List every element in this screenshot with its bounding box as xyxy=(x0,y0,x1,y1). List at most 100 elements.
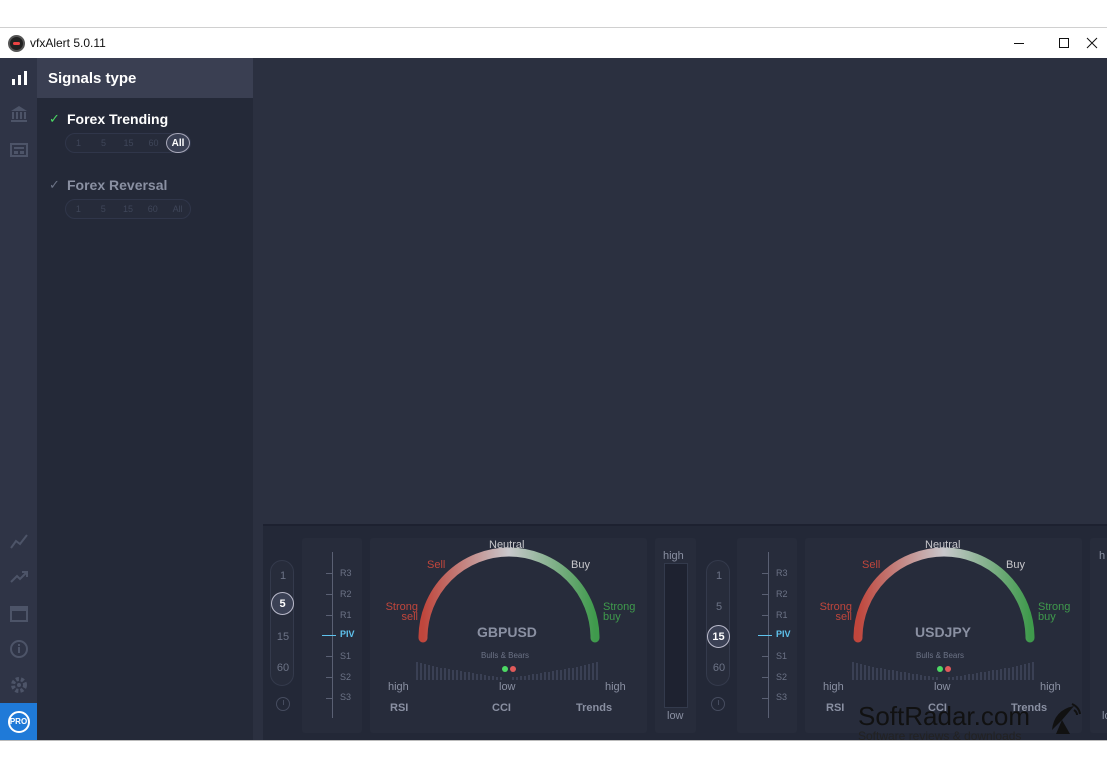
settings-nav-button[interactable] xyxy=(0,669,37,701)
tf-option[interactable]: 60 xyxy=(271,662,295,674)
gauge-sell-label: Sell xyxy=(427,559,446,571)
timeframe-selector: 1 5 15 60 All xyxy=(65,199,191,219)
news-nav-button[interactable] xyxy=(0,134,37,166)
signal-toggle[interactable]: ✓ Forex Reversal xyxy=(49,177,191,193)
gear-icon xyxy=(10,677,27,693)
scale-left-label: high xyxy=(388,681,409,693)
pivot-label: S3 xyxy=(776,692,788,702)
gauge-sell-label: Sell xyxy=(862,559,881,571)
bottom-strip xyxy=(0,740,1107,769)
tf-option[interactable]: 60 xyxy=(140,204,165,214)
check-icon: ✓ xyxy=(49,177,60,192)
pivot-tick xyxy=(762,615,768,616)
news-icon xyxy=(9,143,28,157)
icon-rail: PRO xyxy=(0,58,37,740)
pivot-label: R2 xyxy=(776,589,788,599)
pivot-tick xyxy=(762,573,768,574)
tf-option[interactable]: 5 xyxy=(91,138,116,148)
close-button[interactable] xyxy=(1086,28,1107,58)
trend-up-icon xyxy=(9,571,28,583)
pro-button[interactable]: PRO xyxy=(0,703,37,740)
bank-icon xyxy=(10,106,27,122)
pivot-tick xyxy=(762,677,768,678)
tf-option[interactable]: 15 xyxy=(116,204,141,214)
pivot-label: R2 xyxy=(340,589,352,599)
signal-toggle[interactable]: ✓ Forex Trending xyxy=(49,111,191,127)
tf-option-selected[interactable]: 15 xyxy=(707,625,730,648)
indicator-cci[interactable]: CCI xyxy=(492,702,511,714)
signal-name: Forex Trending xyxy=(67,111,169,127)
tf-option[interactable]: 1 xyxy=(271,570,295,582)
pivot-tick xyxy=(326,615,332,616)
gauge-strong-sell-label: Strong sell xyxy=(385,601,418,623)
pivot-label: R1 xyxy=(776,610,788,620)
tf-option[interactable]: 60 xyxy=(707,662,731,674)
line-chart-nav-button[interactable] xyxy=(0,525,37,557)
trend-nav-button[interactable] xyxy=(0,561,37,593)
currency-pair: GBPUSD xyxy=(477,624,537,640)
scale-right-label: high xyxy=(605,681,626,693)
signal-forex-reversal: ✓ Forex Reversal 1 5 15 60 All xyxy=(49,177,191,219)
level-bottom-label: lo xyxy=(1102,710,1107,722)
calendar-nav-button[interactable] xyxy=(0,597,37,629)
main-content xyxy=(253,58,1107,524)
minimize-button[interactable] xyxy=(996,28,1042,58)
signal-forex-trending: ✓ Forex Trending 1 5 15 60 All xyxy=(49,111,191,153)
pivot-tick xyxy=(762,656,768,657)
calendar-icon xyxy=(9,606,28,622)
tf-option[interactable]: 1 xyxy=(707,570,731,582)
pivot-tick xyxy=(326,573,332,574)
maximize-button[interactable] xyxy=(1041,28,1087,58)
signals-nav-button[interactable] xyxy=(0,62,37,94)
signals-panel: Signals type ✓ Forex Trending 1 5 15 60 … xyxy=(37,58,253,740)
close-icon xyxy=(1086,37,1098,49)
pivot-label: S2 xyxy=(340,672,352,682)
check-icon: ✓ xyxy=(49,111,60,126)
tf-option-selected[interactable]: 5 xyxy=(271,592,294,615)
gauge-strong-buy-label: Strong buy xyxy=(1038,601,1071,623)
tf-option[interactable]: 1 xyxy=(66,138,91,148)
line-chart-icon xyxy=(9,534,28,549)
pivot-label: S2 xyxy=(776,672,788,682)
tf-option[interactable]: 15 xyxy=(271,631,295,643)
tf-option[interactable]: 1 xyxy=(66,204,91,214)
signal-name: Forex Reversal xyxy=(67,177,168,193)
tf-option[interactable]: 5 xyxy=(91,204,116,214)
desktop-strip xyxy=(0,0,1107,27)
tf-option-selected[interactable]: All xyxy=(166,133,190,153)
sentiment-gauge xyxy=(853,547,1035,643)
info-nav-button[interactable] xyxy=(0,633,37,665)
clock-icon xyxy=(276,697,290,711)
tf-option[interactable]: 15 xyxy=(116,138,141,148)
level-bottom-label: low xyxy=(667,710,684,722)
indicator-rsi[interactable]: RSI xyxy=(826,702,844,714)
tf-option[interactable]: 5 xyxy=(707,601,731,613)
gauge-buy-label: Buy xyxy=(571,559,590,571)
tf-option[interactable]: 60 xyxy=(141,138,166,148)
tf-option[interactable]: All xyxy=(165,204,190,214)
pivot-tick-active xyxy=(322,635,336,636)
currency-pair: USDJPY xyxy=(915,624,972,640)
bank-nav-button[interactable] xyxy=(0,98,37,130)
pivot-tick xyxy=(762,594,768,595)
pivot-label: R3 xyxy=(776,568,788,578)
pivot-tick xyxy=(326,594,332,595)
pivot-tick xyxy=(326,698,332,699)
indicator-rsi[interactable]: RSI xyxy=(390,702,408,714)
pro-badge: PRO xyxy=(7,710,30,733)
panel-header: Signals type xyxy=(37,58,253,98)
satellite-dish-icon xyxy=(1052,703,1081,734)
bulls-bears-histogram xyxy=(416,662,598,680)
scale-mid-label: low xyxy=(934,681,951,693)
bulls-bears-label: Bulls & Bears xyxy=(481,651,530,660)
gauge-buy-label: Buy xyxy=(1006,559,1025,571)
indicator-trends[interactable]: Trends xyxy=(576,702,612,714)
scale-mid-label: low xyxy=(499,681,516,693)
window-title: vfxAlert 5.0.11 xyxy=(30,36,106,50)
scale-right-label: high xyxy=(1040,681,1061,693)
gauge-strong-sell-label: Strong sell xyxy=(819,601,852,623)
pivot-label: S3 xyxy=(340,692,352,702)
timeframe-selector: 1 5 15 60 All xyxy=(65,133,191,153)
pivot-label: R3 xyxy=(340,568,352,578)
gauge-strong-buy-label: Strong buy xyxy=(603,601,636,623)
